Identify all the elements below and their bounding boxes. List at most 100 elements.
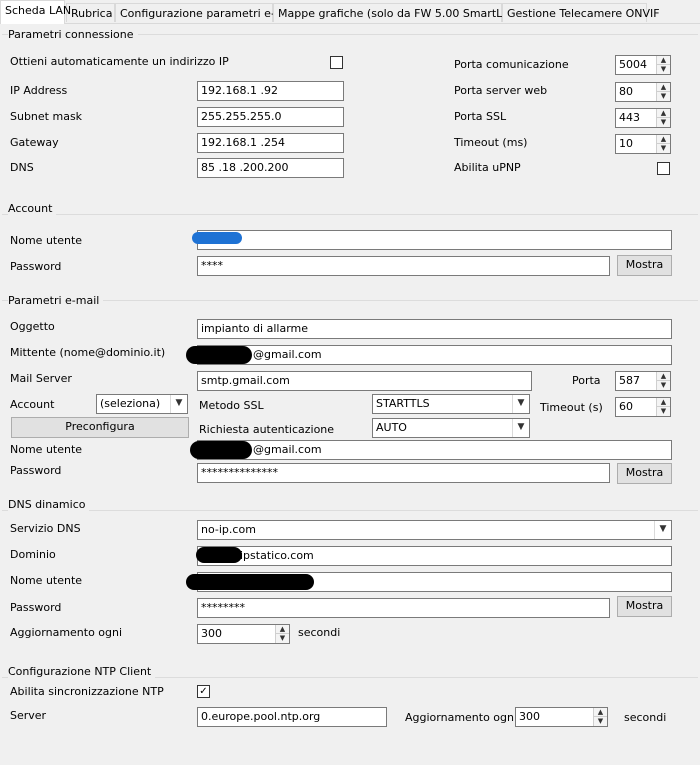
- spin-up-icon[interactable]: ▲: [657, 56, 670, 65]
- tab-telecamere-onvif[interactable]: Gestione Telecamere ONVIF: [502, 3, 660, 22]
- tab-rubrica[interactable]: Rubrica: [66, 3, 115, 22]
- redaction-mark: [186, 574, 314, 590]
- ntp-enable-checkbox[interactable]: ✓: [197, 685, 210, 698]
- ddns-password-label: Password: [10, 601, 62, 614]
- spin-down-icon[interactable]: ▼: [657, 381, 670, 390]
- mail-server-field[interactable]: smtp.gmail.com: [197, 371, 532, 391]
- chevron-down-icon[interactable]: ▼: [654, 521, 671, 539]
- group-divider: [2, 510, 698, 511]
- tab-bar: Scheda LAN Rubrica Configurazione parame…: [0, 0, 700, 24]
- account-show-button[interactable]: Mostra: [617, 255, 672, 276]
- select-value: STARTTLS: [376, 397, 430, 410]
- account-user-label: Nome utente: [10, 234, 83, 247]
- group-title-account: Account: [8, 202, 57, 215]
- subject-label: Oggetto: [10, 320, 55, 333]
- ssl-method-label: Metodo SSL: [199, 399, 264, 412]
- spin-up-icon[interactable]: ▲: [657, 398, 670, 407]
- group-title-connection: Parametri connessione: [8, 28, 138, 41]
- group-divider: [2, 214, 698, 215]
- domain-label: Dominio: [10, 548, 56, 561]
- domain-field[interactable]: ipstatico.com: [197, 546, 672, 566]
- redaction-mark: [186, 346, 252, 364]
- redaction-mark: [190, 441, 252, 459]
- ddns-password-field[interactable]: ********: [197, 598, 610, 618]
- sender-field[interactable]: @gmail.com: [197, 345, 672, 365]
- spin-down-icon[interactable]: ▼: [657, 118, 670, 127]
- spin-up-icon[interactable]: ▲: [657, 135, 670, 144]
- email-timeout-spinner[interactable]: 60 ▲ ▼: [615, 397, 671, 417]
- auto-ip-checkbox[interactable]: [330, 56, 343, 69]
- subnet-mask-field[interactable]: 255.255.255.0: [197, 107, 344, 127]
- tab-scheda-lan[interactable]: Scheda LAN: [0, 0, 71, 24]
- tab-configurazione-email[interactable]: Configurazione parametri e-mail: [115, 3, 299, 22]
- ddns-show-button[interactable]: Mostra: [617, 596, 672, 617]
- gateway-field[interactable]: 192.168.1 .254: [197, 133, 344, 153]
- dns-service-select[interactable]: no-ip.com ▼: [197, 520, 672, 540]
- preconfigure-button[interactable]: Preconfigura: [11, 417, 189, 438]
- ntp-server-field[interactable]: 0.europe.pool.ntp.org: [197, 707, 387, 727]
- group-title-ddns: DNS dinamico: [8, 498, 90, 511]
- spinner-value: 5004: [619, 58, 647, 71]
- spin-up-icon[interactable]: ▲: [276, 625, 289, 634]
- auth-select[interactable]: AUTO ▼: [372, 418, 530, 438]
- ddns-update-label: Aggiornamento ogni: [10, 626, 123, 639]
- port-ssl-spinner[interactable]: 443 ▲ ▼: [615, 108, 671, 128]
- tab-label: Configurazione parametri e-mail: [120, 7, 299, 20]
- email-port-spinner[interactable]: 587 ▲ ▼: [615, 371, 671, 391]
- redaction-mark: [196, 547, 242, 563]
- ddns-user-label: Nome utente: [10, 574, 83, 587]
- spinner-value: 60: [619, 400, 633, 413]
- auth-label: Richiesta autenticazione: [199, 423, 335, 436]
- tab-mappe-grafiche[interactable]: Mappe grafiche (solo da FW 5.00 SmartLan…: [273, 3, 529, 22]
- spin-up-icon[interactable]: ▲: [657, 83, 670, 92]
- group-title-email: Parametri e-mail: [8, 294, 104, 307]
- ip-label: IP Address: [10, 84, 68, 97]
- spin-down-icon[interactable]: ▼: [657, 144, 670, 153]
- spinner-value: 587: [619, 374, 640, 387]
- spin-up-icon[interactable]: ▲: [657, 109, 670, 118]
- spin-up-icon[interactable]: ▲: [594, 708, 607, 717]
- spin-up-icon[interactable]: ▲: [657, 372, 670, 381]
- group-title-ntp: Configurazione NTP Client: [8, 665, 156, 678]
- upnp-label: Abilita uPNP: [454, 161, 521, 174]
- spin-down-icon[interactable]: ▼: [657, 65, 670, 74]
- ntp-update-spinner[interactable]: 300 ▲ ▼: [515, 707, 608, 727]
- email-account-select[interactable]: (seleziona) ▼: [96, 394, 188, 414]
- port-web-spinner[interactable]: 80 ▲ ▼: [615, 82, 671, 102]
- tab-label: Rubrica: [71, 7, 113, 20]
- subject-field[interactable]: impianto di allarme: [197, 319, 672, 339]
- mask-label: Subnet mask: [10, 110, 83, 123]
- account-user-field[interactable]: [197, 230, 672, 250]
- mail-server-label: Mail Server: [10, 372, 72, 385]
- upnp-checkbox[interactable]: [657, 162, 670, 175]
- spinner-value: 10: [619, 137, 633, 150]
- spin-down-icon[interactable]: ▼: [276, 634, 289, 643]
- port-comm-spinner[interactable]: 5004 ▲ ▼: [615, 55, 671, 75]
- timeout-ms-spinner[interactable]: 10 ▲ ▼: [615, 134, 671, 154]
- ntp-update-label: Aggiornamento ogni: [405, 711, 518, 724]
- chevron-down-icon[interactable]: ▼: [512, 419, 529, 437]
- email-show-button[interactable]: Mostra: [617, 463, 672, 484]
- spin-down-icon[interactable]: ▼: [657, 92, 670, 101]
- email-user-field[interactable]: @gmail.com: [197, 440, 672, 460]
- tab-label: Mappe grafiche (solo da FW 5.00 SmartLan…: [278, 7, 529, 20]
- spin-down-icon[interactable]: ▼: [594, 717, 607, 726]
- chevron-down-icon[interactable]: ▼: [512, 395, 529, 413]
- select-value: (seleziona): [100, 397, 161, 410]
- chevron-down-icon[interactable]: ▼: [170, 395, 187, 413]
- sender-label: Mittente (nome@dominio.it): [10, 346, 166, 359]
- port-web-label: Porta server web: [454, 84, 548, 97]
- account-password-field[interactable]: ****: [197, 256, 610, 276]
- auto-ip-label: Ottieni automaticamente un indirizzo IP: [10, 55, 229, 68]
- ssl-method-select[interactable]: STARTTLS ▼: [372, 394, 530, 414]
- port-comm-label: Porta comunicazione: [454, 58, 569, 71]
- spinner-value: 300: [201, 627, 222, 640]
- spin-down-icon[interactable]: ▼: [657, 407, 670, 416]
- ip-address-field[interactable]: 192.168.1 .92: [197, 81, 344, 101]
- select-value: AUTO: [376, 421, 407, 434]
- ddns-update-spinner[interactable]: 300 ▲ ▼: [197, 624, 290, 644]
- tab-label: Scheda LAN: [5, 4, 72, 17]
- gateway-label: Gateway: [10, 136, 59, 149]
- dns-field[interactable]: 85 .18 .200.200: [197, 158, 344, 178]
- email-password-field[interactable]: **************: [197, 463, 610, 483]
